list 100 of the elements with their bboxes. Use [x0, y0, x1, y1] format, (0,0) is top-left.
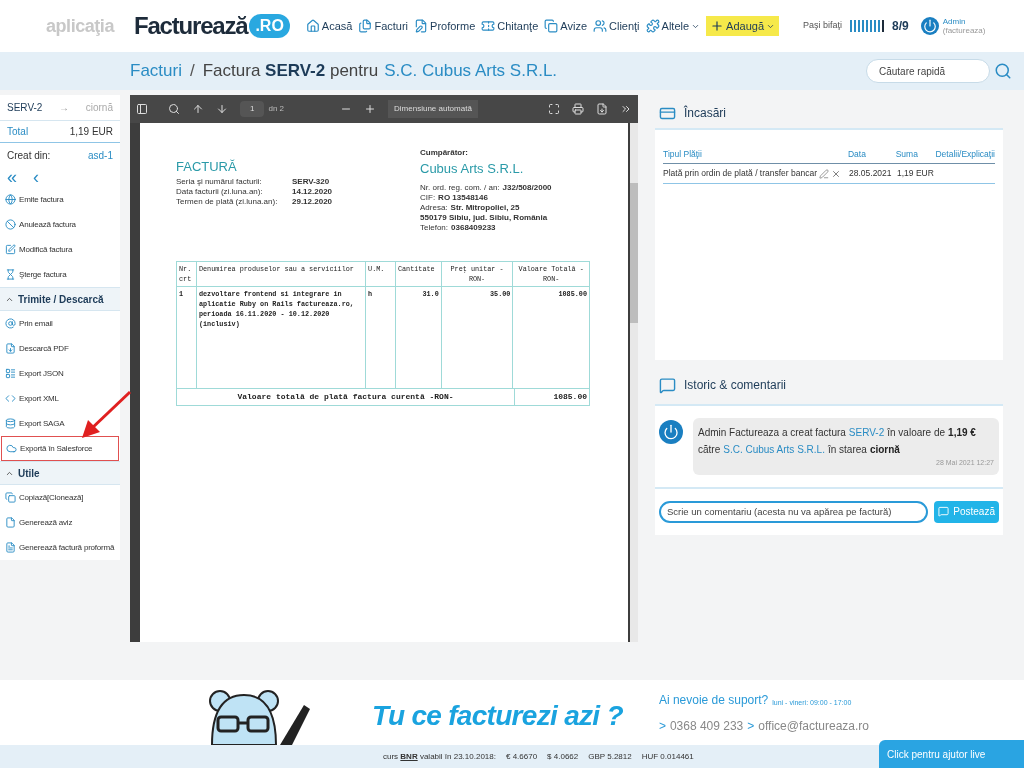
nav-link[interactable]: Proforme	[414, 17, 476, 35]
search-field[interactable]: Căutare rapidă	[866, 59, 990, 83]
invoice-number: SERV-2	[7, 101, 43, 115]
sidebar-item[interactable]: Generează aviz	[0, 510, 120, 535]
nav-icon	[481, 19, 496, 33]
buyer-label: Cumpărător:	[420, 147, 469, 159]
buyer-field-value: RO 13548146	[438, 192, 488, 203]
buyer-field-value: 0368409233	[451, 222, 496, 233]
previous-page-icon[interactable]	[192, 103, 204, 115]
nav-icon	[645, 19, 660, 33]
invoice-status: ciornă	[85, 101, 113, 115]
history-text: Admin Factureaza a creat factura	[698, 426, 846, 440]
arrow-text: →	[59, 101, 70, 115]
nav-icon	[593, 19, 607, 33]
sidebar-item[interactable]: Export JSON	[0, 361, 120, 386]
history-text: în valoare de	[887, 426, 946, 440]
zoom-select[interactable]: Dimensiune automată	[388, 100, 478, 118]
print-icon[interactable]	[572, 103, 584, 115]
contact-marker: >	[747, 717, 755, 735]
page-number-field[interactable]: 1	[240, 101, 265, 117]
sidebar-item[interactable]: Generează factură proformă	[0, 535, 120, 560]
sidebar-item[interactable]: Anulează factura	[0, 212, 120, 237]
nav-link[interactable]: Clienţi	[593, 17, 640, 35]
contact-link[interactable]: 0368 409 233	[669, 716, 744, 735]
sidebar-item[interactable]: Exportă în Salesforce	[1, 436, 119, 461]
column-header: Data	[847, 148, 867, 161]
buyer-field-label: Adresa:	[420, 202, 448, 213]
history-value: 1,19 €	[948, 426, 976, 440]
contact-marker: >	[658, 717, 666, 735]
field-label: Data facturii (zi.luna.an):	[176, 186, 264, 197]
nav-icon	[305, 19, 320, 33]
source-link[interactable]: asd-1	[88, 147, 113, 163]
buyer-field-value: 550179 Sibiu, jud. Sibiu, România	[420, 212, 548, 223]
scrollbar[interactable]	[630, 123, 638, 642]
nav-link[interactable]: Chitanţe	[481, 17, 539, 35]
breadcrumb-separator: /	[189, 60, 195, 83]
more-tools-icon[interactable]	[620, 103, 632, 115]
delete-icon[interactable]	[831, 168, 842, 179]
buyer-field-label: CIF:	[420, 192, 436, 203]
history-text: către	[698, 443, 721, 457]
table-cell: 1,19 EUR	[897, 168, 934, 179]
item-icon	[6, 443, 17, 454]
section-title: Istoric & comentarii	[684, 377, 787, 394]
item-icon	[5, 194, 16, 205]
page-title: Factura SERV-2 pentru	[202, 60, 379, 83]
search-icon[interactable]	[994, 62, 1012, 80]
column-header: Suma	[895, 148, 919, 161]
slogan: Tu ce facturezi azi ?	[372, 699, 623, 733]
item-icon	[5, 269, 16, 280]
sidebar-item[interactable]: Prin email	[0, 311, 120, 336]
nav-arrow[interactable]: «	[7, 168, 17, 186]
plus-icon	[710, 19, 725, 33]
history-value: ciornă	[869, 443, 900, 457]
add-menu[interactable]: Adaugă	[706, 15, 780, 37]
sidebar-item[interactable]: Copiază[Clonează]	[0, 485, 120, 510]
section-title: Utile	[18, 466, 40, 481]
history-text: în starea	[827, 443, 867, 457]
item-icon	[5, 517, 16, 528]
download-icon[interactable]	[596, 103, 608, 115]
fullscreen-icon[interactable]	[548, 103, 560, 115]
field-value: SERV-320	[292, 176, 330, 187]
sidebar-item[interactable]: Modifică factura	[0, 237, 120, 262]
contact-link[interactable]: office@factureaza.ro	[758, 716, 869, 735]
search-icon[interactable]	[168, 103, 180, 115]
logo-badge: .RO	[249, 14, 290, 38]
item-icon	[5, 219, 16, 230]
sidebar-toggle-icon[interactable]	[136, 103, 148, 115]
item-icon	[5, 244, 16, 255]
comment-icon	[938, 506, 950, 517]
nav-icon	[544, 19, 559, 33]
sidebar-item[interactable]: Export XML	[0, 386, 120, 411]
section-title: Încasări	[684, 104, 727, 122]
field-value: 14.12.2020	[292, 186, 333, 197]
field-label: Seria şi numărul facturii:	[176, 176, 263, 187]
exchange-rate: HUF 0.014461	[641, 750, 694, 763]
app-logo[interactable]: Facturează	[134, 8, 248, 44]
page-count: dn 2	[268, 103, 285, 115]
sidebar-item[interactable]: Descarcă PDF	[0, 336, 120, 361]
total-value: 1085.00	[553, 391, 587, 401]
nav-link[interactable]: Altele	[645, 17, 701, 35]
user-org: (factureaza)	[942, 26, 986, 35]
nav-icon	[414, 19, 429, 33]
sidebar-item[interactable]: Export SAGA	[0, 411, 120, 436]
item-icon	[5, 542, 16, 553]
item-icon	[5, 318, 16, 329]
user-avatar-icon[interactable]	[920, 17, 939, 35]
nav-link[interactable]: Facturi	[358, 17, 409, 35]
nav-icon	[358, 19, 373, 33]
next-page-icon[interactable]	[216, 103, 228, 115]
column-header: Detalii/Explicaţii	[935, 148, 995, 161]
comment-field[interactable]: Scrie un comentariu (acesta nu va apărea pe factură)	[659, 500, 929, 523]
nav-link[interactable]: Acasă	[305, 17, 353, 35]
zoom-in-icon[interactable]	[364, 103, 377, 115]
nav-link[interactable]: Avize	[544, 17, 587, 35]
nav-arrow[interactable]: ‹	[33, 168, 39, 186]
section-title: Trimite / Descarcă	[18, 292, 104, 307]
rates-label: curs BNR valabil în 23.10.2018:	[383, 750, 496, 763]
sidebar-item[interactable]: Emite factura	[0, 187, 120, 212]
field-value: 29.12.2020	[292, 196, 333, 207]
sidebar-item[interactable]: Şterge factura	[0, 262, 120, 287]
